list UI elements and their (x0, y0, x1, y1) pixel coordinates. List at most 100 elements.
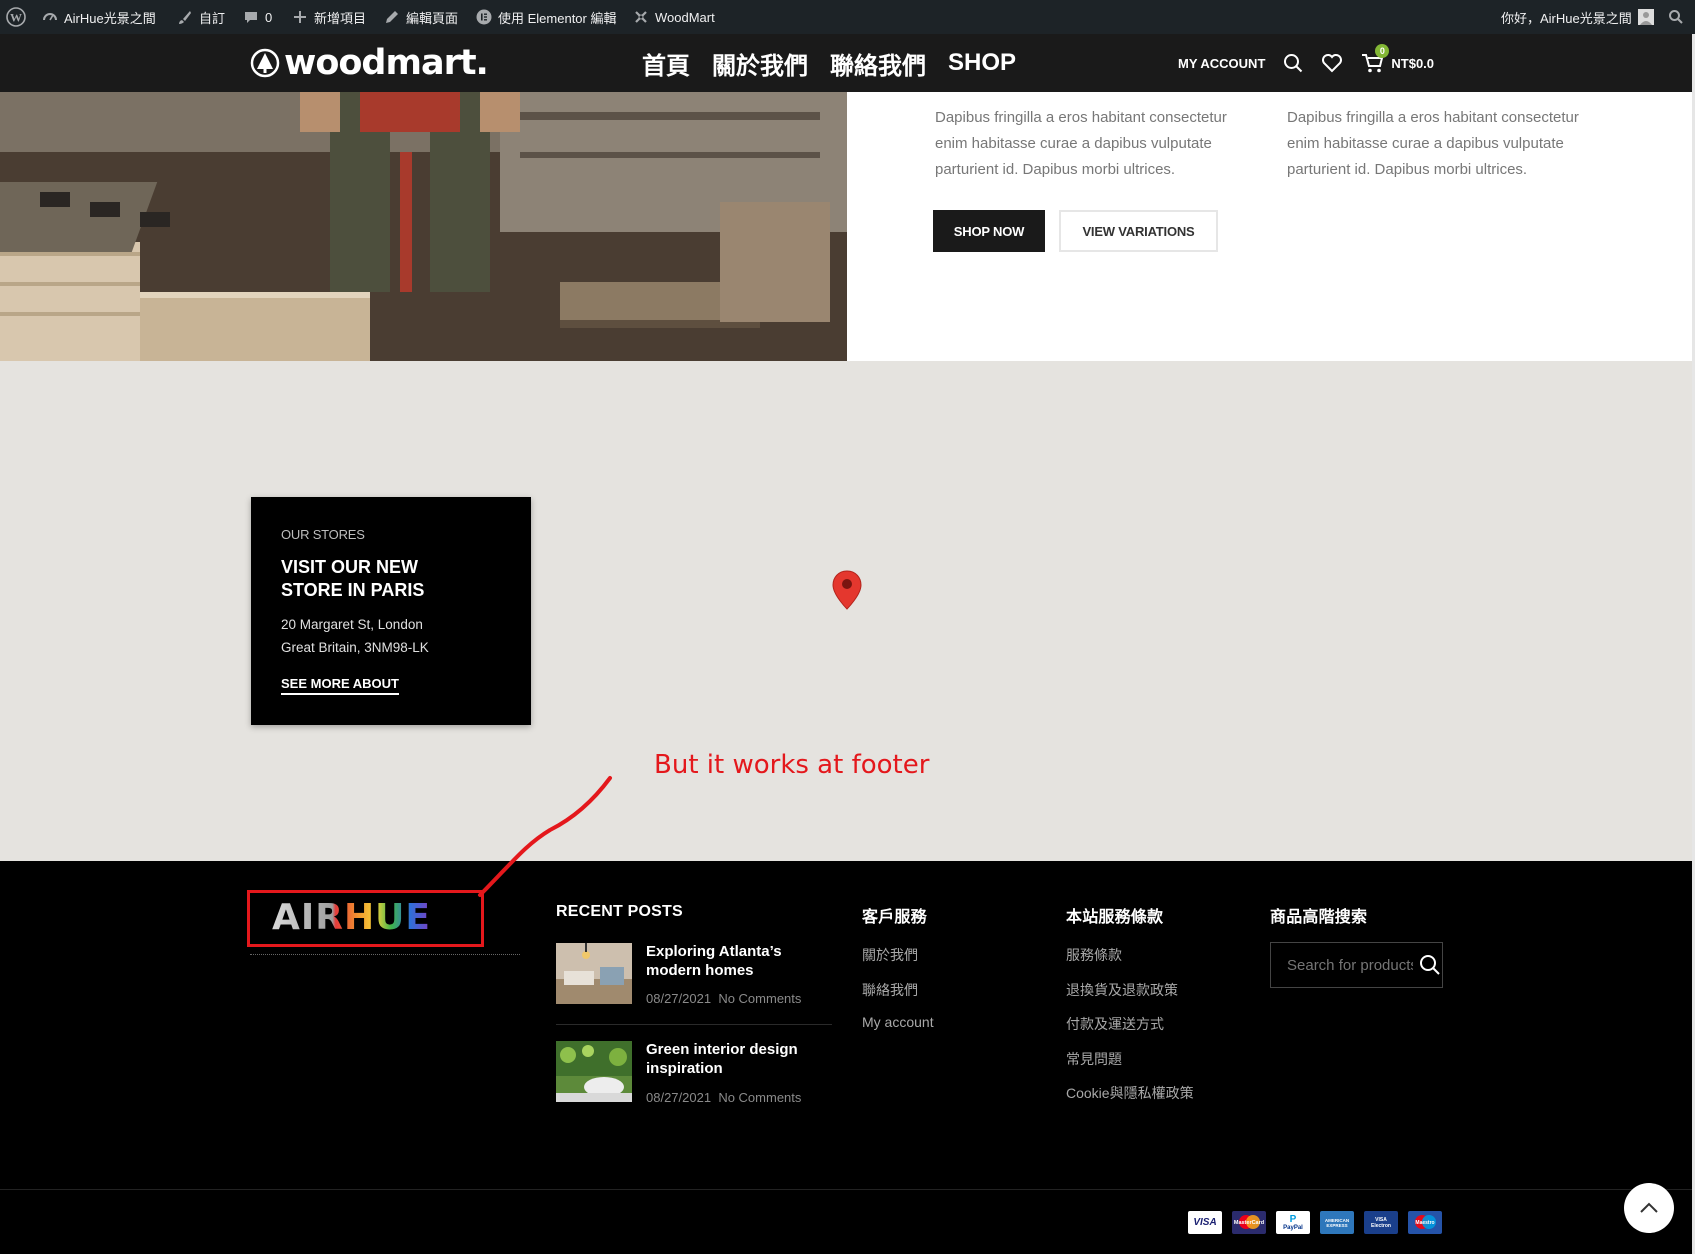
customer-service-title: 客戶服務 (862, 909, 927, 926)
admin-bar-comments[interactable]: 0 (243, 0, 272, 34)
view-variations-button[interactable]: VIEW VARIATIONS (1059, 210, 1218, 252)
admin-bar-site[interactable]: AirHue光景之間 (42, 0, 156, 34)
visa-card-icon: VISA (1188, 1211, 1222, 1234)
admin-bar-account[interactable]: 你好，AirHue光景之間 (1501, 0, 1654, 34)
post-thumbnail[interactable] (556, 943, 632, 1004)
elementor-icon (476, 9, 492, 25)
cart-button[interactable]: 0 NT$0.0 (1361, 44, 1435, 74)
post-meta: 08/27/2021 No Comments (646, 1090, 801, 1105)
post-divider (556, 1024, 832, 1025)
store-eyebrow: OUR STORES (281, 527, 365, 542)
avatar (1637, 9, 1654, 25)
nav-item-contact[interactable]: 聯絡我們 (830, 46, 926, 81)
greeting-label: 你好，AirHue光景之間 (1501, 10, 1632, 26)
theme-label: WoodMart (655, 9, 715, 25)
amex-icon: AMERICAN EXPRESS (1320, 1211, 1354, 1234)
hero-text-col1: Dapibus fringilla a eros habitant consec… (935, 109, 1227, 178)
store-card: OUR STORES VISIT OUR NEW STORE IN PARIS … (251, 497, 531, 725)
paypal-icon: P PayPal (1276, 1211, 1310, 1234)
nav-item-shop[interactable]: SHOP (948, 49, 1016, 77)
header-tools: MY ACCOUNT 0 NT$0.0 (1178, 34, 1434, 92)
footer-link-privacy[interactable]: Cookie與隱私權政策 (1066, 1083, 1194, 1103)
nav-item-home[interactable]: 首頁 (642, 46, 690, 81)
footer-search-input[interactable] (1287, 956, 1413, 974)
maestro-icon: Maestro (1408, 1211, 1442, 1234)
annotation-text: But it works at footer (654, 750, 930, 780)
address-line2: Great Britain, 3NM98-LK (281, 640, 429, 655)
site-name: AirHue光景之間 (64, 10, 156, 26)
store-title: VISIT OUR NEW STORE IN PARIS (281, 556, 424, 602)
footer-link-shipping[interactable]: 付款及運送方式 (1066, 1014, 1164, 1034)
shop-now-button[interactable]: SHOP NOW (933, 210, 1045, 252)
wordpress-logo-icon[interactable]: W (6, 0, 26, 34)
svg-text:W: W (10, 11, 22, 25)
site-logo[interactable]: woodmart. (250, 41, 489, 85)
footer-link-terms[interactable]: 服務條款 (1066, 945, 1122, 965)
admin-bar-customize[interactable]: 自訂 (177, 0, 225, 34)
hero-text-col2: Dapibus fringilla a eros habitant consec… (1287, 109, 1579, 178)
footer-link-faq[interactable]: 常見問題 (1066, 1049, 1122, 1069)
footer-link-contact[interactable]: 聯絡我們 (862, 980, 918, 1000)
footer-divider (0, 1189, 1695, 1190)
post-comments[interactable]: No Comments (718, 991, 801, 1006)
post-thumbnail[interactable] (556, 1041, 632, 1102)
annotation-arrow (478, 776, 612, 897)
hero-workshop-photo (0, 92, 847, 361)
footer-search-box (1270, 942, 1443, 988)
edit-page-label: 編輯頁面 (406, 10, 459, 26)
tree-logo-icon (250, 48, 280, 78)
terms-title: 本站服務條款 (1066, 909, 1164, 926)
my-account-link[interactable]: MY ACCOUNT (1178, 56, 1265, 71)
search-icon[interactable] (1419, 954, 1441, 976)
logo-text: woodmart. (284, 43, 489, 83)
advanced-search-title: 商品高階搜索 (1270, 909, 1368, 926)
woodmart-x-icon (635, 11, 647, 23)
comment-icon (245, 12, 257, 23)
admin-bar-elementor[interactable]: 使用 Elementor 編輯 (476, 0, 616, 34)
admin-bar-woodmart[interactable]: WoodMart (633, 0, 715, 34)
maestro-label: Maestro (1415, 1219, 1435, 1226)
post-date: 08/27/2021 (646, 991, 712, 1006)
admin-search-icon[interactable] (1668, 0, 1684, 34)
wishlist-heart-icon[interactable] (1321, 53, 1343, 73)
new-item-label: 新增項目 (314, 10, 367, 26)
mastercard-label: MasterCard (1233, 1219, 1265, 1226)
wp-admin-bar: W AirHue光景之間 自訂 0 新增項目 編輯頁面 使用 Elementor… (0, 0, 1695, 34)
store-address: 20 Margaret St, London Great Britain, 3N… (281, 613, 429, 659)
post-title[interactable]: Green interior design inspiration (646, 1040, 826, 1078)
map-pin-icon[interactable] (832, 570, 862, 610)
footer-link-about[interactable]: 關於我們 (862, 945, 918, 965)
see-more-link[interactable]: SEE MORE ABOUT (281, 676, 399, 695)
visa-electron-icon: VISA Electron (1364, 1211, 1398, 1234)
customize-label: 自訂 (199, 10, 226, 26)
cart-total: NT$0.0 (1391, 55, 1435, 71)
logo-underline (250, 954, 520, 956)
post-title[interactable]: Exploring Atlanta’s modern homes (646, 942, 826, 980)
footer-link-refund[interactable]: 退換貨及退款政策 (1066, 980, 1178, 1000)
dashboard-icon (43, 13, 57, 21)
recent-posts-title: RECENT POSTS (556, 903, 683, 920)
post-date: 08/27/2021 (646, 1090, 712, 1105)
paypal-label: PayPal (1283, 1224, 1303, 1231)
elementor-edit-label: 使用 Elementor 編輯 (498, 10, 617, 26)
main-nav: 首頁 關於我們 聯絡我們 SHOP (642, 34, 1016, 92)
brush-icon (179, 11, 191, 24)
footer-link-my-account[interactable]: My account (862, 1014, 934, 1030)
nav-item-about[interactable]: 關於我們 (712, 46, 808, 81)
post-comments[interactable]: No Comments (718, 1090, 801, 1105)
search-icon[interactable] (1283, 53, 1303, 73)
scroll-to-top-button[interactable] (1624, 1183, 1674, 1233)
annotation-highlight-box (247, 890, 484, 947)
mastercard-icon: MasterCard (1232, 1211, 1266, 1234)
chevron-up-icon (1640, 1202, 1658, 1213)
address-line1: 20 Margaret St, London (281, 617, 423, 632)
site-header: woodmart. 首頁 關於我們 聯絡我們 SHOP MY ACCOUNT 0… (0, 34, 1695, 92)
store-title-line2: STORE IN PARIS (281, 580, 425, 600)
admin-bar-new-item[interactable]: 新增項目 (292, 0, 366, 34)
cart-count-badge: 0 (1375, 44, 1390, 58)
plus-icon (294, 11, 306, 23)
comments-count: 0 (265, 9, 273, 25)
store-title-line1: VISIT OUR NEW (281, 557, 419, 577)
pencil-icon (386, 11, 398, 23)
admin-bar-edit-page[interactable]: 編輯頁面 (384, 0, 458, 34)
